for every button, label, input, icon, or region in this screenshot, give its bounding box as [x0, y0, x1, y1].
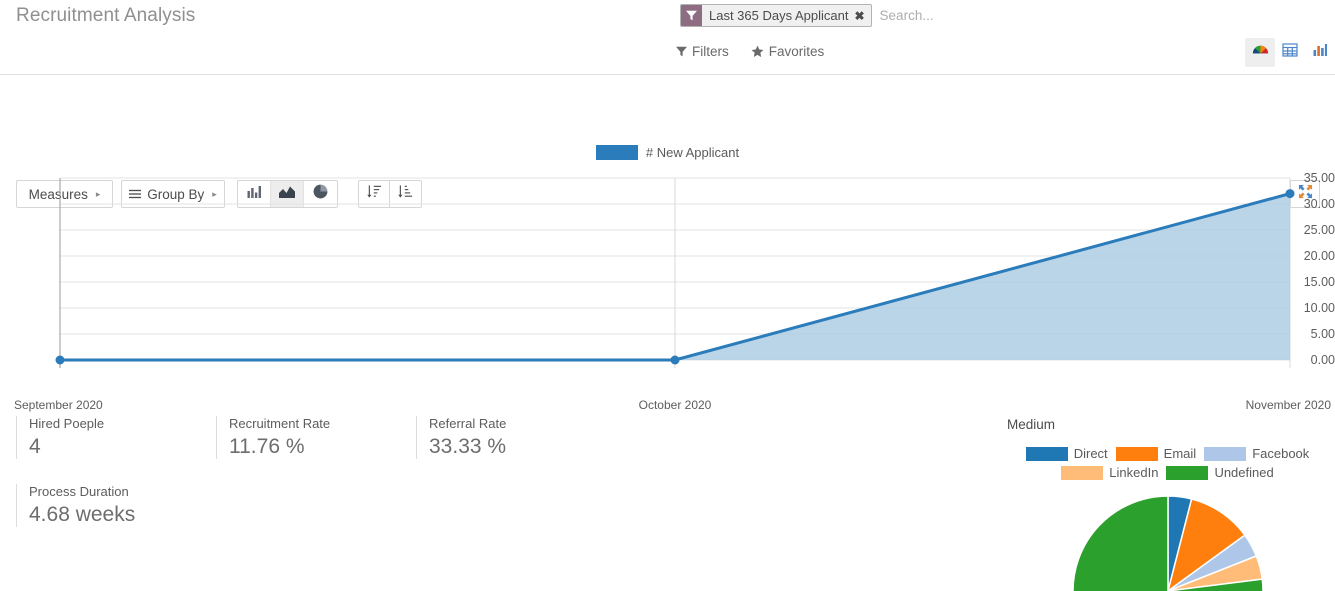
x-axis-tick-label: October 2020: [638, 398, 712, 412]
table-icon: [1282, 42, 1298, 63]
y-axis-tick-label: 20.00: [1303, 249, 1335, 263]
pie-legend-item[interactable]: Undefined: [1166, 465, 1274, 480]
favorites-button[interactable]: Favorites: [751, 44, 825, 59]
filters-button[interactable]: Filters: [676, 44, 729, 59]
pie-legend-swatch: [1061, 465, 1104, 480]
kpi-value: 33.33 %: [429, 435, 507, 458]
page-title: Recruitment Analysis: [16, 5, 196, 26]
pie-chart-graphic[interactable]: [1048, 496, 1288, 591]
kpi-label: Hired Poeple: [29, 416, 105, 431]
chart-toolbar: Measures ▸ Group By ▸: [0, 75, 1335, 208]
pivot-view-button[interactable]: [1275, 38, 1305, 67]
y-axis-tick-label: 0.00: [1310, 353, 1335, 367]
graph-view-button[interactable]: [1305, 38, 1335, 67]
kpi-referral-rate[interactable]: Referral Rate 33.33 %: [416, 416, 606, 459]
pie-legend-item[interactable]: Facebook: [1204, 446, 1309, 461]
kpi-label: Recruitment Rate: [229, 416, 331, 431]
kpi-recruitment-rate[interactable]: Recruitment Rate 11.76 %: [216, 416, 406, 459]
y-axis-tick-label: 25.00: [1303, 223, 1335, 237]
pie-chart-title: Medium: [1007, 417, 1056, 432]
search-facet[interactable]: Last 365 Days Applicant ✖: [680, 4, 872, 27]
kpi-hired-people[interactable]: Hired Poeple 4: [16, 416, 206, 459]
star-icon: [751, 45, 764, 58]
dashboard-view-button[interactable]: [1245, 38, 1275, 67]
pie-chart-legend: Direct Email Facebook LinkedIn Undefined: [1000, 446, 1335, 480]
filter-icon: [681, 5, 702, 26]
filter-funnel-icon: [676, 46, 687, 57]
x-axis-tick-label: November 2020: [1245, 398, 1331, 412]
kpi-value: 4: [29, 435, 41, 458]
y-axis-tick-label: 35.00: [1303, 171, 1335, 185]
kpi-value: 4.68 weeks: [29, 503, 136, 526]
pie-legend-label: LinkedIn: [1109, 465, 1159, 480]
area-chart-svg[interactable]: [0, 173, 1335, 373]
chart-legend: # New Applicant: [0, 145, 1335, 160]
pie-legend-label: Facebook: [1252, 446, 1310, 461]
dashboard-icon: [1251, 41, 1270, 65]
app-header: Recruitment Analysis Last 365 Days Appli…: [0, 0, 1335, 75]
kpi-label: Process Duration: [29, 484, 129, 499]
pie-legend-swatch: [1166, 465, 1209, 480]
pie-legend-item[interactable]: LinkedIn: [1061, 465, 1158, 480]
y-axis-tick-label: 30.00: [1303, 197, 1335, 211]
view-switcher: [1245, 38, 1335, 67]
legend-color-swatch: [595, 145, 638, 160]
pie-legend-swatch: [1115, 446, 1158, 461]
pie-chart-svg[interactable]: [1048, 496, 1288, 591]
pie-legend-swatch: [1204, 446, 1247, 461]
close-icon[interactable]: ✖: [853, 5, 870, 26]
legend-label: # New Applicant: [645, 145, 740, 160]
kpi-process-duration[interactable]: Process Duration 4.68 weeks: [16, 484, 206, 527]
y-axis-tick-label: 10.00: [1303, 301, 1335, 315]
pie-legend-label: Undefined: [1214, 465, 1274, 480]
search-options-row: Filters Favorites: [676, 44, 824, 59]
new-applicant-area-chart: # New Applicant 0.00 5.00 10.00 15.00 20.00 2…: [0, 145, 1335, 412]
pie-legend-swatch: [1025, 446, 1068, 461]
y-axis-tick-label: 15.00: [1303, 275, 1335, 289]
search-facet-label: Last 365 Days Applicant: [709, 8, 849, 23]
x-axis-tick-label: September 2020: [14, 398, 103, 412]
pie-legend-label: Direct: [1073, 446, 1108, 461]
search-bar: Last 365 Days Applicant ✖: [680, 4, 1080, 27]
filters-label: Filters: [692, 44, 729, 59]
y-axis-tick-label: 5.00: [1310, 327, 1335, 341]
favorites-label: Favorites: [768, 44, 825, 59]
kpi-value: 11.76 %: [229, 435, 305, 458]
chart-plot-area: 0.00 5.00 10.00 15.00 20.00 25.00 30.00 35.00 S…: [0, 171, 1335, 412]
pie-legend-label: Email: [1163, 446, 1197, 461]
bar-chart-icon: [1312, 42, 1328, 63]
pie-legend-item[interactable]: Direct: [1025, 446, 1108, 461]
pie-legend-item[interactable]: Email: [1115, 446, 1197, 461]
search-input[interactable]: [879, 4, 1080, 27]
kpi-label: Referral Rate: [429, 416, 507, 431]
